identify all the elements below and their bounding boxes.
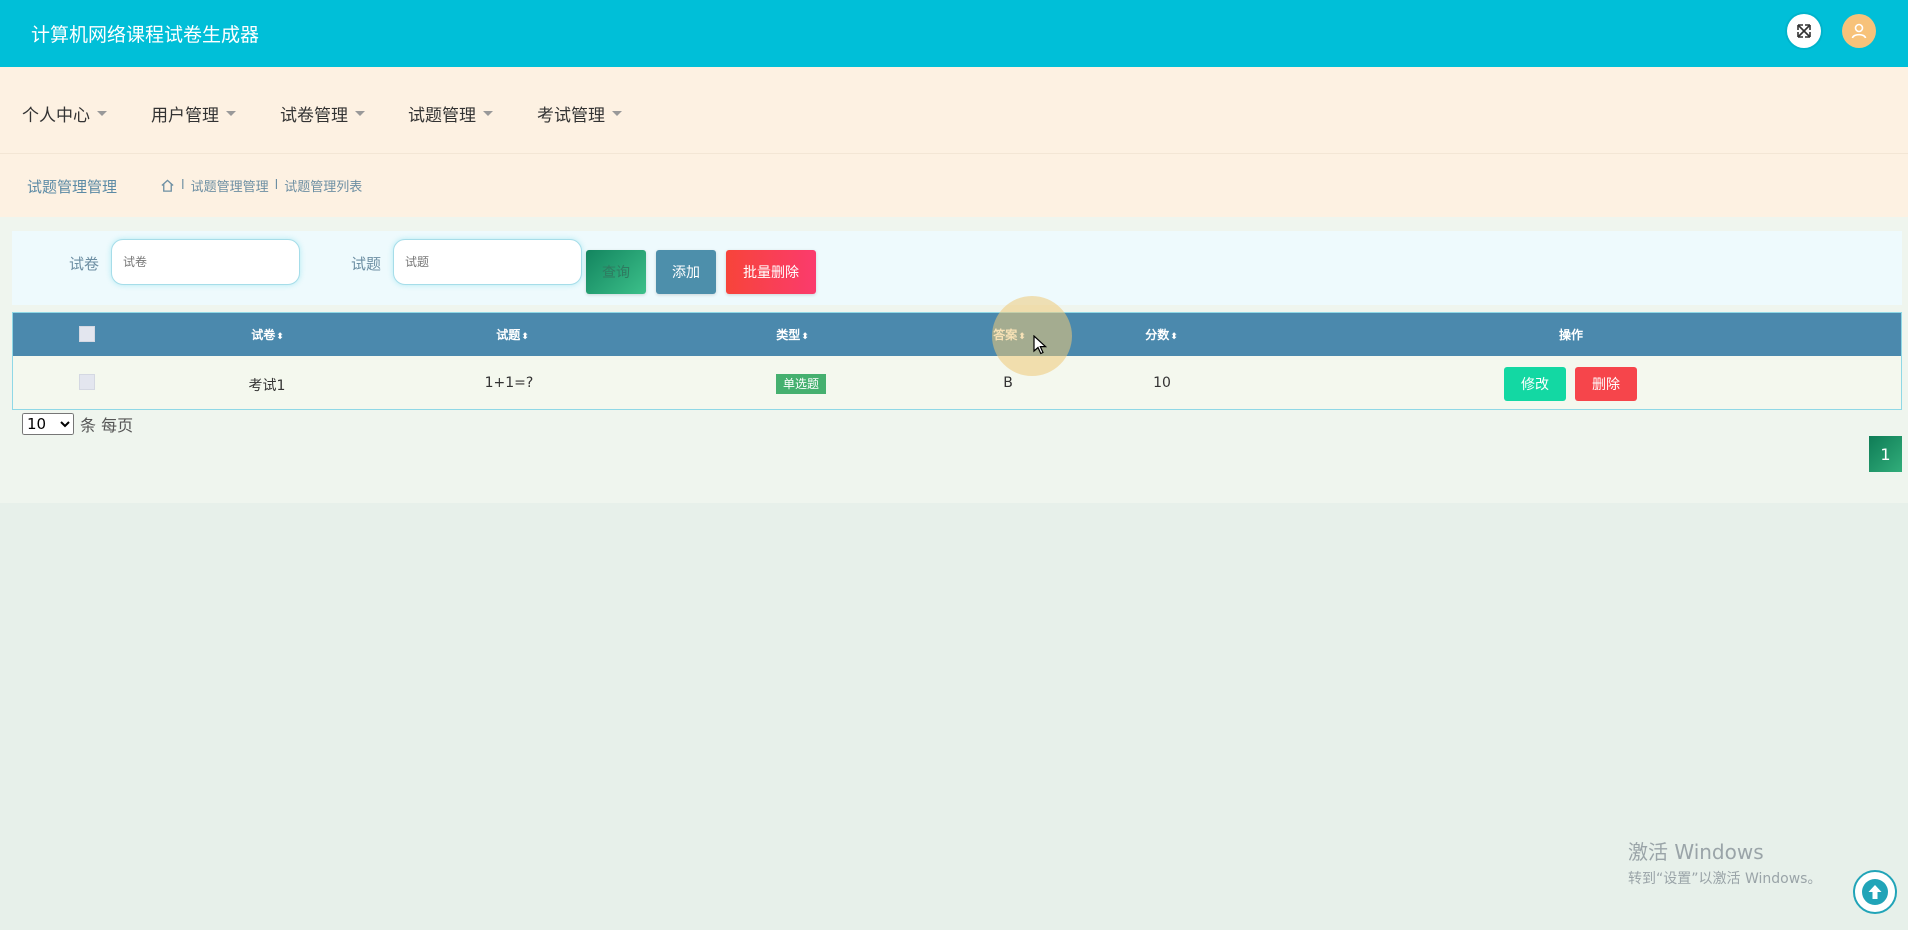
column-header-score[interactable]: 分数⬍ [1145, 326, 1177, 343]
nav-item-label: 考试管理 [537, 106, 605, 126]
column-header-label: 分数 [1145, 328, 1170, 342]
breadcrumb: l 试题管理管理 l 试题管理列表 [160, 176, 362, 195]
breadcrumb-bar: 试题管理管理 l 试题管理管理 l 试题管理列表 [0, 153, 1908, 217]
paper-label: 试卷 [69, 255, 100, 273]
column-header-actions: 操作 [1558, 328, 1584, 342]
sort-icon: ⬍ [276, 332, 283, 342]
nav-item-questions[interactable]: 试题管理 [408, 101, 493, 126]
breadcrumb-separator: l [274, 178, 279, 193]
column-header-label: 类型 [776, 328, 801, 342]
search-button[interactable]: 查询 [586, 250, 646, 294]
cell-answer: B [1003, 375, 1013, 391]
question-label: 试题 [351, 255, 382, 273]
caret-down-icon [612, 111, 622, 116]
column-header-type[interactable]: 类型⬍ [776, 326, 808, 343]
column-header-paper[interactable]: 试卷⬍ [251, 326, 283, 343]
top-header: 计算机网络课程试卷生成器 [0, 0, 1908, 67]
sort-icon: ⬍ [801, 332, 808, 342]
nav-item-label: 试题管理 [408, 106, 476, 126]
nav-item-label: 个人中心 [22, 106, 90, 126]
table-header: 试卷⬍ 试题⬍ 类型⬍ 答案⬍ 分数⬍ 操作 [13, 313, 1901, 356]
delete-button[interactable]: 删除 [1575, 367, 1637, 401]
main-nav: 个人中心 用户管理 试卷管理 试题管理 考试管理 [0, 67, 1908, 153]
home-icon[interactable] [160, 178, 175, 193]
nav-item-users[interactable]: 用户管理 [151, 101, 236, 126]
arrow-up-icon [1862, 879, 1888, 905]
expand-icon [1797, 24, 1811, 38]
column-header-question[interactable]: 试题⬍ [496, 326, 528, 343]
avatar[interactable] [1842, 14, 1876, 48]
column-header-label: 试卷 [251, 328, 276, 342]
cell-question: 1+1=? [484, 375, 534, 391]
page-title: 试题管理管理 [27, 178, 118, 196]
caret-down-icon [97, 111, 107, 116]
column-header-answer[interactable]: 答案⬍ [993, 326, 1025, 343]
sort-icon: ⬍ [521, 332, 528, 342]
nav-item-exams[interactable]: 考试管理 [537, 101, 622, 126]
nav-item-label: 试卷管理 [280, 106, 348, 126]
caret-down-icon [226, 111, 236, 116]
row-checkbox[interactable] [79, 374, 95, 390]
type-badge: 单选题 [776, 374, 827, 394]
watermark-subtitle: 转到“设置”以激活 Windows。 [1628, 871, 1822, 887]
cell-score: 10 [1153, 375, 1171, 391]
caret-down-icon [355, 111, 365, 116]
nav-item-papers[interactable]: 试卷管理 [280, 101, 365, 126]
add-button[interactable]: 添加 [656, 250, 716, 294]
sort-icon: ⬍ [1170, 332, 1177, 342]
sort-icon: ⬍ [1018, 332, 1025, 342]
breadcrumb-separator: l [181, 178, 185, 193]
question-table: 试卷⬍ 试题⬍ 类型⬍ 答案⬍ 分数⬍ 操作 考试1 1+1=? 单选题 B 1… [12, 312, 1902, 410]
select-all-checkbox[interactable] [79, 326, 95, 342]
nav-item-profile[interactable]: 个人中心 [22, 101, 107, 126]
user-icon [1851, 23, 1867, 39]
per-page-label: 条 每页 [80, 416, 134, 435]
page-number-button[interactable]: 1 [1869, 436, 1902, 472]
breadcrumb-item[interactable]: 试题管理管理 [191, 176, 269, 195]
nav-item-label: 用户管理 [151, 106, 219, 126]
page-size-control: 102050100 条 每页 [22, 412, 133, 436]
watermark-title: 激活 Windows [1628, 840, 1764, 864]
column-header-label: 答案 [993, 328, 1018, 342]
batch-delete-button[interactable]: 批量删除 [726, 250, 816, 294]
column-header-label: 试题 [496, 328, 521, 342]
breadcrumb-item: 试题管理列表 [284, 180, 363, 195]
question-search-input[interactable] [393, 239, 582, 285]
fullscreen-button[interactable] [1787, 14, 1821, 48]
edit-button[interactable]: 修改 [1504, 367, 1566, 401]
page-size-select[interactable]: 102050100 [22, 413, 74, 435]
caret-down-icon [483, 111, 493, 116]
app-title: 计算机网络课程试卷生成器 [31, 24, 260, 46]
paper-search-input[interactable] [111, 239, 300, 285]
cell-paper: 考试1 [248, 378, 286, 394]
windows-activation-watermark: 激活 Windows 转到“设置”以激活 Windows。 [1628, 836, 1821, 888]
back-to-top-button[interactable] [1853, 870, 1897, 914]
